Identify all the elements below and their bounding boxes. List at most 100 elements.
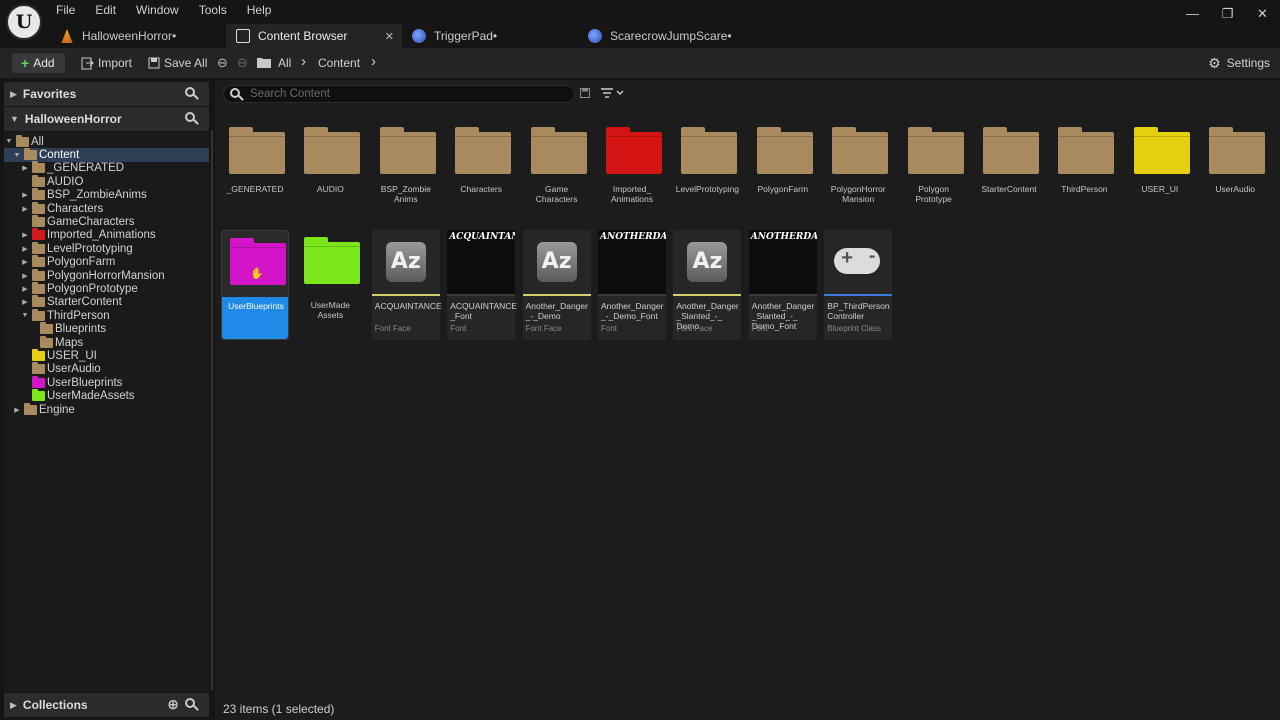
folder-tile[interactable]: AUDIO <box>296 120 364 210</box>
tree-item[interactable]: Blueprints <box>4 322 209 336</box>
collapse-icon[interactable]: ▼ <box>20 312 30 319</box>
filter-button[interactable] <box>600 85 628 101</box>
tree-item[interactable]: ▶ _GENERATED <box>4 161 209 175</box>
folder-tile[interactable]: LevelPrototyping <box>673 120 741 210</box>
tree-item[interactable]: ▶ Characters <box>4 201 209 215</box>
tree-item[interactable]: AUDIO <box>4 174 209 188</box>
folder-tile[interactable]: ✋ UserBlueprints <box>221 230 289 340</box>
collections-header[interactable]: ▶ Collections ⊕ <box>4 693 209 717</box>
expand-icon[interactable]: ▶ <box>20 164 30 172</box>
expand-icon[interactable]: ▶ <box>12 406 22 414</box>
asset-tile[interactable]: ACQUAINTANCE3 ACQUAINTANCE _Font Font <box>447 230 517 340</box>
tree-scrollbar[interactable] <box>211 130 213 690</box>
asset-tile[interactable]: ANOTHERDANGER Another_Danger _-_Demo_Font… <box>598 230 666 340</box>
minimize-button[interactable]: — <box>1175 0 1210 28</box>
tab-halloweenhorror[interactable]: HalloweenHorror• <box>50 24 226 48</box>
expand-icon[interactable]: ▶ <box>20 285 30 293</box>
save-search-icon[interactable] <box>580 88 590 98</box>
settings-button[interactable]: ⚙ Settings <box>1208 53 1270 73</box>
chevron-right-icon[interactable]: › <box>301 53 306 73</box>
folder-tile[interactable]: Characters <box>447 120 515 210</box>
tree-item[interactable]: Maps <box>4 335 209 349</box>
tab-content-browser[interactable]: Content Browser ✕ <box>226 24 402 48</box>
save-all-button[interactable]: Save All <box>148 53 207 73</box>
tree-item[interactable]: USER_UI <box>4 349 209 362</box>
import-button[interactable]: Import <box>81 53 132 73</box>
tree-item[interactable]: ▼ Content <box>4 148 209 162</box>
folder-tile[interactable]: BSP_Zombie Anims <box>372 120 440 210</box>
tree-item[interactable]: ▶ Engine <box>4 402 209 416</box>
asset-thumbnail: Az <box>371 230 440 296</box>
folder-tile[interactable]: Game Characters <box>523 120 591 210</box>
favorites-header[interactable]: ▶ Favorites <box>4 82 209 106</box>
unreal-logo-icon[interactable]: U <box>6 4 42 40</box>
folder-tile[interactable]: UserAudio <box>1201 120 1269 210</box>
asset-tile[interactable]: ANOTHERDANGERSAnother_Danger _Slanted_-_… <box>748 230 817 340</box>
asset-tile[interactable]: Az Another_Danger _Slanted_-_ Demo Font Fa… <box>673 230 742 340</box>
folder-tile[interactable]: _GENERATED <box>221 120 289 210</box>
search-icon[interactable] <box>185 112 199 126</box>
tree-item[interactable]: ▶ PolygonPrototype <box>4 282 209 295</box>
asset-type-bar <box>673 294 742 296</box>
tree-item[interactable]: UserBlueprints <box>4 375 209 389</box>
asset-thumbnail <box>824 230 893 296</box>
search-icon[interactable] <box>185 87 199 101</box>
tree-item[interactable]: ▶ StarterContent <box>4 295 209 309</box>
tree-item[interactable]: GameCharacters <box>4 215 209 228</box>
expand-icon[interactable]: ▶ <box>20 245 30 253</box>
forward-button[interactable]: ⊖ <box>237 53 248 73</box>
menu-file[interactable]: File <box>46 0 85 22</box>
tree-item[interactable]: ▶ BSP_ZombieAnims <box>4 188 209 202</box>
breadcrumb-content[interactable]: Content <box>318 53 360 73</box>
expand-icon[interactable]: ▶ <box>20 231 30 239</box>
tree-item[interactable]: UserMadeAssets <box>4 389 209 403</box>
tree-item[interactable]: ▶ Imported_Animations <box>4 228 209 242</box>
folder-tile[interactable]: PolygonFarm <box>749 120 817 210</box>
chevron-right-icon[interactable]: › <box>371 53 376 73</box>
folder-tile[interactable]: Polygon Prototype <box>900 120 968 210</box>
expand-icon[interactable]: ▶ <box>20 258 30 266</box>
folder-tile[interactable]: StarterContent <box>975 120 1043 210</box>
close-window-button[interactable]: ✕ <box>1245 0 1280 28</box>
asset-tile[interactable]: BP_ThirdPerson Controller Blueprint Class <box>824 230 893 340</box>
tab-triggerpad[interactable]: TriggerPad• <box>402 24 578 48</box>
project-header[interactable]: ▼ HalloweenHorror <box>4 107 209 131</box>
collapse-icon[interactable]: ▼ <box>12 152 22 159</box>
plus-icon: + <box>21 55 30 71</box>
tree-item[interactable]: ▼ All <box>4 134 209 148</box>
expand-icon[interactable]: ▶ <box>20 191 30 199</box>
search-input[interactable] <box>250 86 550 102</box>
asset-tile[interactable]: Az Another_Danger _-_Demo Font Face <box>522 230 591 340</box>
folder-tile[interactable]: PolygonHorror Mansion <box>824 120 892 210</box>
folder-tile[interactable]: Imported_ Animations <box>598 120 666 210</box>
folder-label: UserAudio <box>1215 184 1256 194</box>
folder-icon <box>1133 127 1190 174</box>
tree-item[interactable]: ▶ PolygonHorrorMansion <box>4 268 209 282</box>
menu-window[interactable]: Window <box>126 0 189 22</box>
folder-icon <box>455 127 512 174</box>
tree-item[interactable]: ▶ LevelPrototyping <box>4 241 209 255</box>
tab-scarecrowjumpscare[interactable]: ScarecrowJumpScare• <box>578 24 754 48</box>
search-icon[interactable] <box>185 698 199 712</box>
back-button[interactable]: ⊖ <box>217 53 228 73</box>
expand-icon[interactable]: ▶ <box>20 205 30 213</box>
add-collection-icon[interactable]: ⊕ <box>167 696 179 713</box>
add-button[interactable]: + Add <box>12 53 65 73</box>
tree-item[interactable]: ▼ ThirdPerson <box>4 308 209 322</box>
collapse-icon[interactable]: ▼ <box>4 138 14 145</box>
tree-item[interactable]: ▶ PolygonFarm <box>4 255 209 269</box>
tree-item[interactable]: UserAudio <box>4 362 209 376</box>
menu-help[interactable]: Help <box>237 0 282 22</box>
expand-icon[interactable]: ▶ <box>20 272 30 280</box>
menu-tools[interactable]: Tools <box>189 0 237 22</box>
search-bar[interactable] <box>223 85 575 103</box>
close-tab-icon[interactable]: ✕ <box>385 30 394 43</box>
folder-tile[interactable]: USER_UI <box>1126 120 1194 210</box>
restore-button[interactable]: ❐ <box>1210 0 1245 28</box>
folder-tile[interactable]: ThirdPerson <box>1050 120 1118 210</box>
folder-tile[interactable]: UserMade Assets <box>296 230 364 340</box>
breadcrumb-all[interactable]: All <box>278 53 291 73</box>
asset-tile[interactable]: Az ACQUAINTANCE Font Face <box>371 230 442 340</box>
menu-edit[interactable]: Edit <box>85 0 126 22</box>
expand-icon[interactable]: ▶ <box>20 298 30 306</box>
